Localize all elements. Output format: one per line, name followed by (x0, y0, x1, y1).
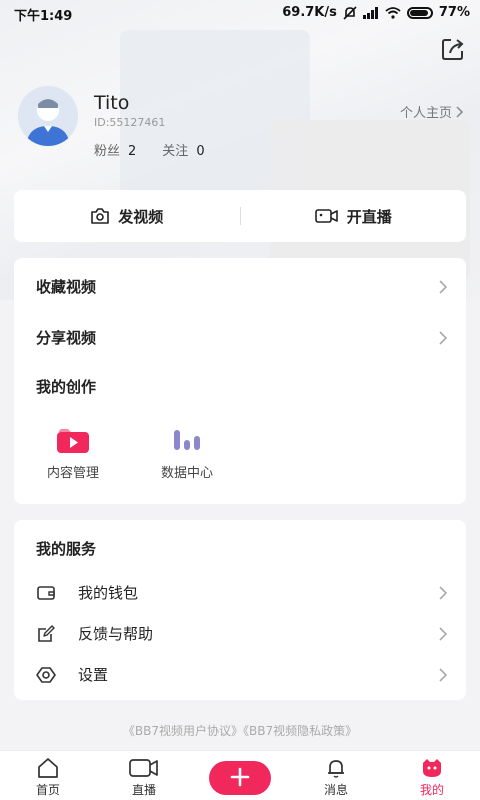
chevron-right-icon (439, 585, 448, 600)
fans-label: 粉丝 (94, 144, 121, 159)
go-live-button[interactable]: 开直播 (241, 206, 467, 227)
chevron-right-icon (456, 105, 464, 118)
nav-publish[interactable] (192, 751, 288, 800)
edit-icon (38, 624, 55, 642)
mute-icon (343, 5, 357, 20)
fans-count: 2 (128, 144, 137, 159)
wallet-row[interactable]: 我的钱包 (36, 582, 448, 603)
camera-icon (91, 208, 110, 224)
plus-icon (230, 767, 250, 787)
fans-stat[interactable]: 粉丝 2 (94, 140, 136, 159)
shared-row[interactable]: 分享视频 (36, 327, 448, 348)
chevron-right-icon (439, 279, 448, 294)
nav-home[interactable]: 首页 (0, 751, 96, 800)
nav-live-label: 直播 (131, 783, 156, 797)
settings-icon (36, 666, 56, 683)
agreement-links[interactable]: 《BB7视频用户协议》《BB7视频隐私政策》 (0, 722, 480, 739)
wallet-icon (37, 585, 55, 600)
chevron-right-icon (439, 667, 448, 682)
settings-row[interactable]: 设置 (36, 664, 448, 685)
chevron-right-icon (439, 330, 448, 345)
network-speed: 69.7K/s (282, 5, 337, 20)
publish-button[interactable] (209, 761, 271, 795)
actions-card: 发视频 开直播 (14, 190, 466, 242)
follow-count: 0 (196, 144, 205, 159)
chevron-right-icon (439, 626, 448, 641)
creation-title: 我的创作 (36, 378, 97, 396)
video-camera-icon (314, 209, 338, 223)
nav-home-label: 首页 (35, 783, 60, 797)
user-id: ID:55127461 (94, 116, 166, 129)
wallet-label: 我的钱包 (78, 584, 139, 602)
post-video-label: 发视频 (118, 207, 164, 226)
nav-mine-label: 我的 (419, 783, 444, 797)
creation-card: 收藏视频 分享视频 我的创作 内容管理 数据中心 (14, 258, 466, 504)
data-center-label: 数据中心 (160, 466, 213, 481)
signal-icon (362, 6, 378, 19)
avatar[interactable] (18, 86, 78, 146)
feedback-label: 反馈与帮助 (78, 625, 154, 643)
video-camera-icon (129, 759, 158, 777)
nav-messages-label: 消息 (323, 783, 348, 797)
username: Tito (94, 92, 130, 114)
go-live-label: 开直播 (346, 207, 392, 226)
services-title: 我的服务 (36, 540, 97, 558)
status-right: 69.7K/s 77% (282, 5, 470, 20)
profile-stats: 粉丝 2 关注 0 (94, 140, 205, 159)
status-bar: 下午1:49 69.7K/s 77% (0, 0, 480, 26)
default-avatar-icon (18, 86, 78, 146)
mine-face-icon (423, 759, 441, 777)
follow-stat[interactable]: 关注 0 (162, 140, 204, 159)
battery-percent: 77% (438, 5, 470, 20)
favorites-label: 收藏视频 (36, 278, 97, 296)
content-manage-label: 内容管理 (46, 466, 99, 481)
nav-mine[interactable]: 我的 (384, 751, 480, 800)
favorites-row[interactable]: 收藏视频 (36, 276, 448, 297)
settings-label: 设置 (78, 666, 109, 684)
data-center-button[interactable]: 数据中心 (142, 426, 232, 481)
video-folder-icon (57, 429, 89, 453)
status-time: 下午1:49 (14, 9, 73, 24)
home-icon (38, 758, 58, 778)
homepage-link[interactable]: 个人主页 (400, 102, 464, 121)
wifi-icon (385, 6, 401, 19)
follow-label: 关注 (162, 144, 189, 159)
services-card: 我的服务 我的钱包 反馈与帮助 设置 (14, 520, 466, 700)
nav-messages[interactable]: 消息 (288, 751, 384, 800)
battery-icon (406, 6, 433, 19)
share-icon[interactable] (440, 36, 466, 62)
nav-live[interactable]: 直播 (96, 751, 192, 800)
header-background (0, 0, 480, 300)
post-video-button[interactable]: 发视频 (14, 206, 240, 227)
bell-icon (328, 760, 344, 778)
homepage-label: 个人主页 (399, 106, 452, 121)
bar-chart-icon (174, 430, 200, 450)
feedback-row[interactable]: 反馈与帮助 (36, 623, 448, 644)
bottom-nav: 首页 直播 消息 我的 (0, 750, 480, 800)
shared-label: 分享视频 (36, 329, 97, 347)
content-manage-button[interactable]: 内容管理 (28, 426, 118, 481)
